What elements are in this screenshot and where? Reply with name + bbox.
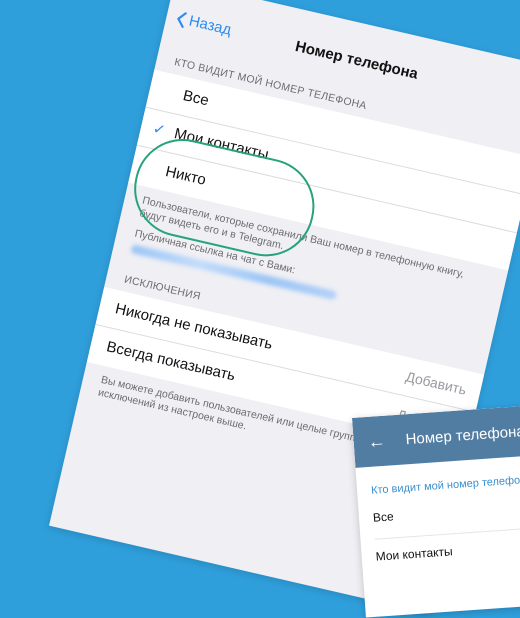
android-settings-screen: ← Номер телефона Кто видит мой номер тел… [352,402,520,618]
back-arrow-icon[interactable]: ← [367,430,386,452]
android-title: Номер телефона [405,422,520,448]
option-label: Все [181,87,211,110]
android-option-everyone[interactable]: Все [372,496,520,540]
android-option-contacts[interactable]: Мои контакты [375,535,520,563]
android-section-header: Кто видит мой номер телефона [370,473,520,497]
